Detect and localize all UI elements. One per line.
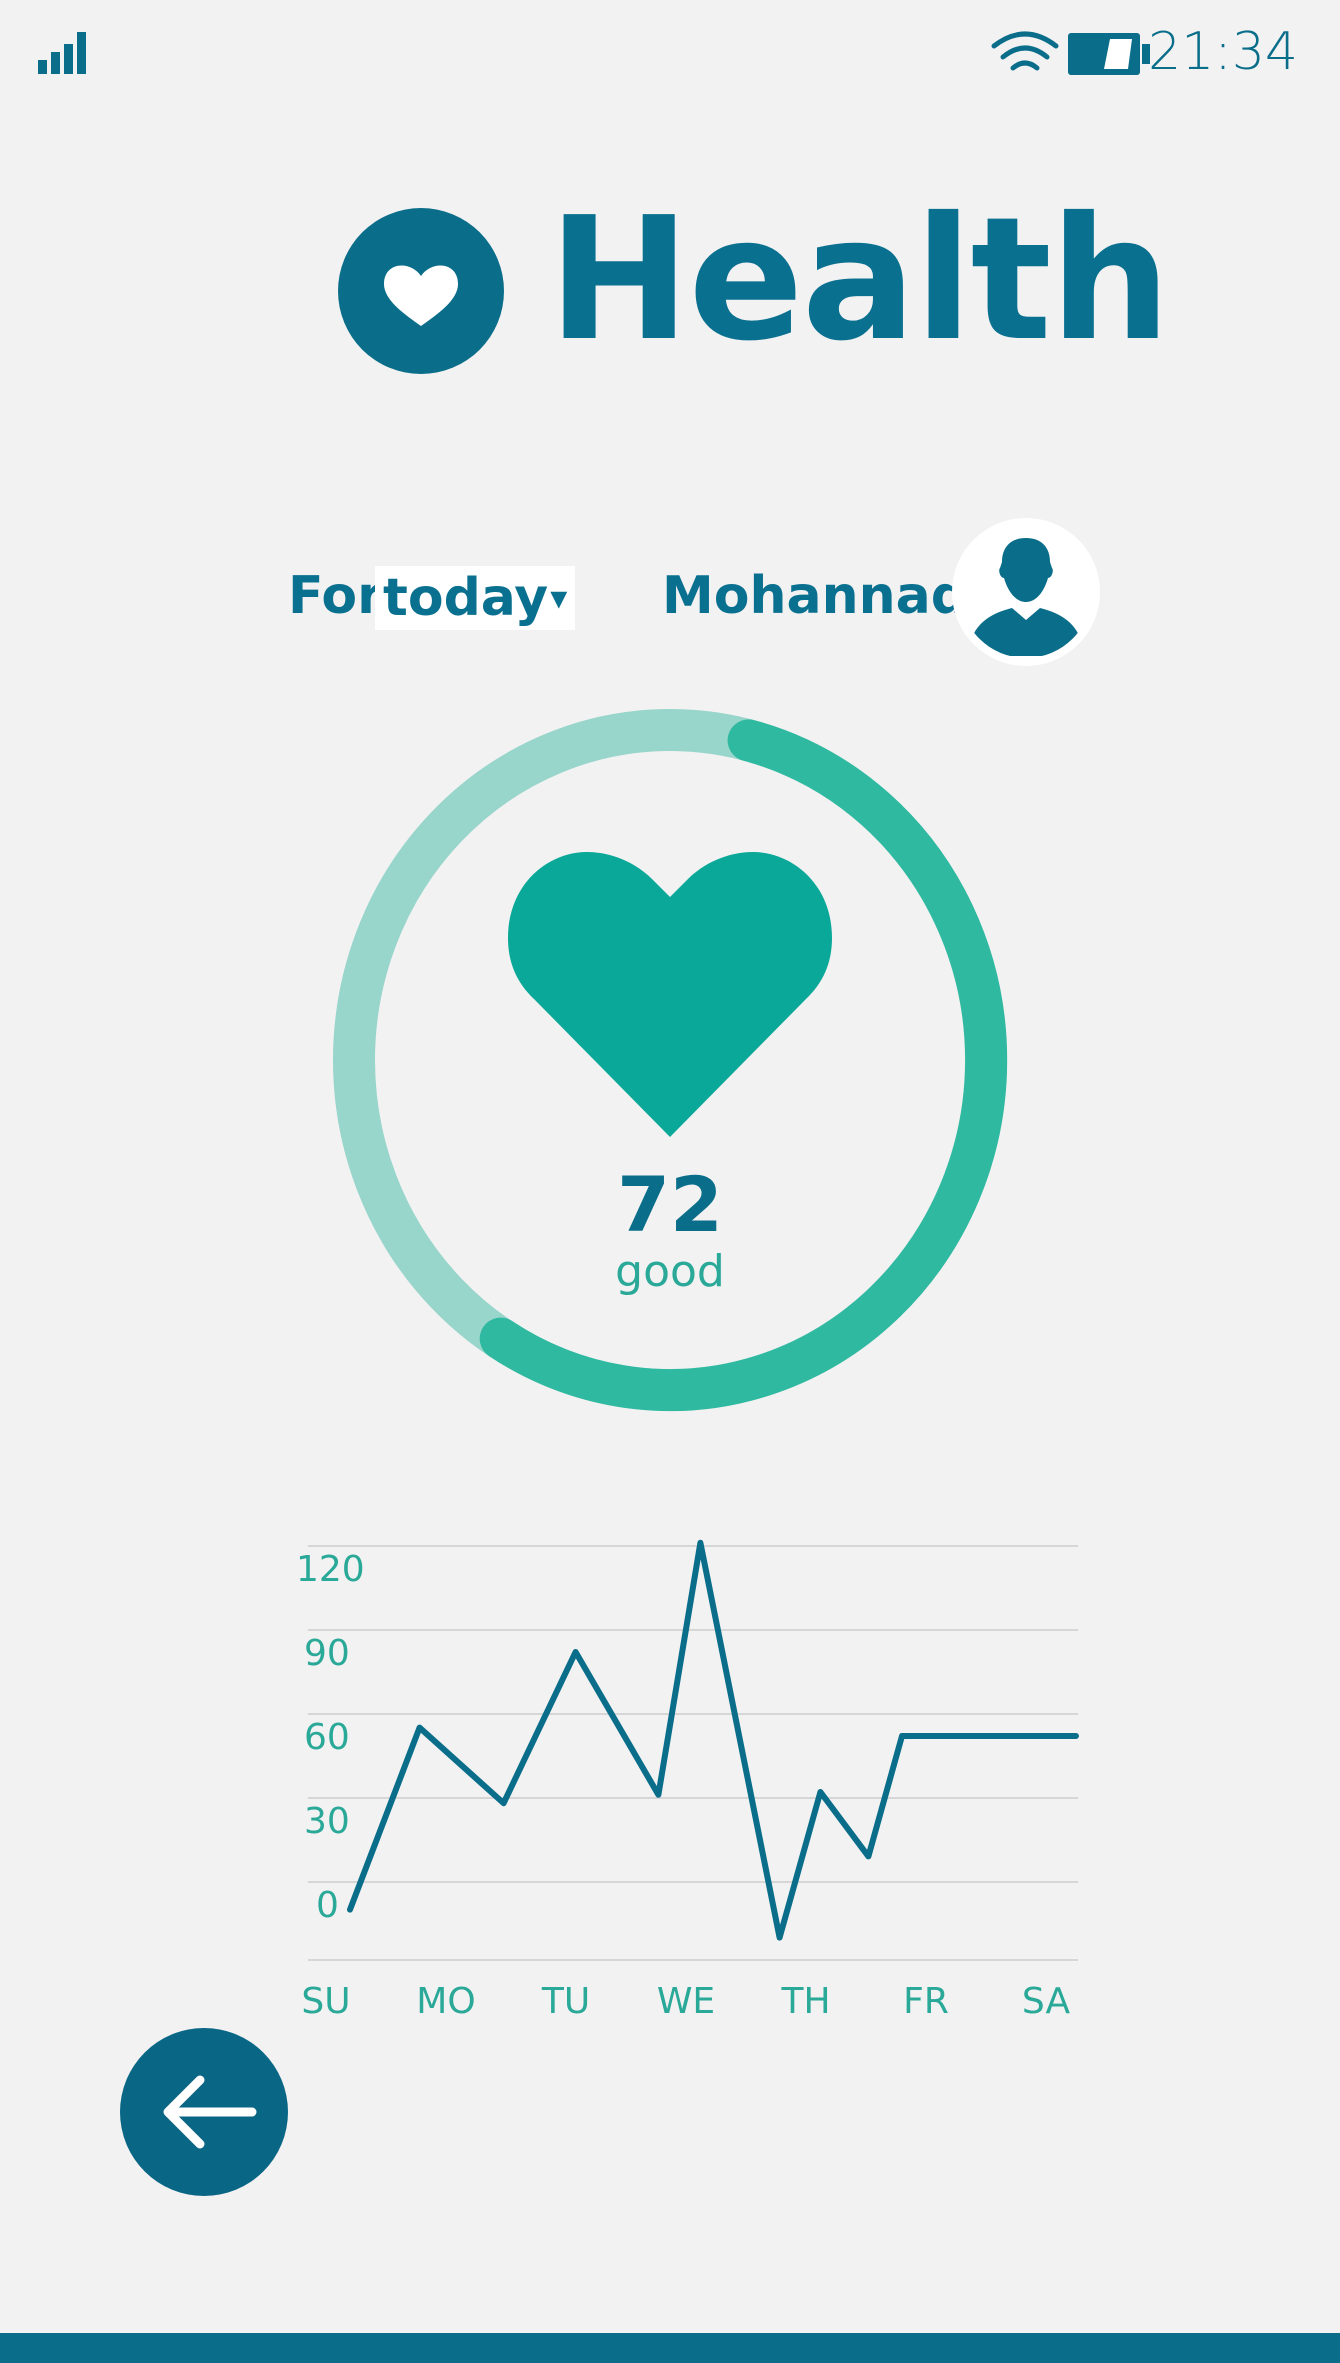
chart-y-tick-label: 60 [304, 1717, 350, 1758]
chart-x-tick-label: WE [656, 1981, 716, 2022]
chart-y-tick-label: 90 [304, 1633, 350, 1674]
chart-y-tick-label: 0 [316, 1885, 339, 1926]
heart-rate-series-line [347, 1539, 1079, 1941]
chart-x-tick-label: TH [781, 1981, 831, 2022]
chart-x-tick-label: TU [541, 1981, 591, 2022]
back-button[interactable] [120, 2028, 288, 2196]
arrow-left-icon [163, 2075, 257, 2149]
chart-x-tick-label: FR [903, 1981, 949, 2022]
chart-x-tick-label: MO [416, 1981, 476, 2022]
chart-y-tick-label: 30 [304, 1801, 350, 1842]
chart-y-tick-label: 120 [296, 1549, 365, 1590]
bottom-bar [0, 2333, 1340, 2363]
chart-x-tick-label: SA [1021, 1981, 1071, 2022]
chart-x-tick-label: SU [301, 1981, 351, 2022]
